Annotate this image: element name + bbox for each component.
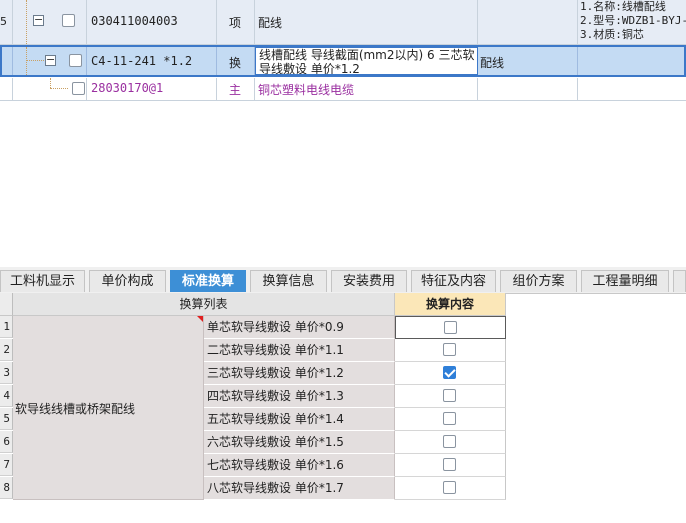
row-number: 8 — [0, 477, 13, 499]
name-cell[interactable]: 配线 — [255, 0, 478, 44]
tab-overflow[interactable] — [673, 270, 686, 292]
row-number: 1 — [0, 316, 13, 338]
conversion-checkbox[interactable] — [443, 481, 456, 494]
item-code: C4-11-241 *1.2 — [91, 54, 193, 68]
name-cell-editing[interactable]: 线槽配线 导线截面(mm2以内) 6 三芯软 导线敷设 单价*1.2 — [255, 47, 478, 75]
conversion-option[interactable]: 五芯软导线敷设 单价*1.4 — [204, 408, 395, 431]
tab-unit-price[interactable]: 单价构成 — [89, 270, 166, 292]
unit-cell[interactable] — [478, 0, 578, 44]
row-number-cell — [0, 78, 13, 100]
tree-line — [26, 47, 27, 75]
conversion-content-cell[interactable] — [395, 339, 506, 362]
conversion-content-cell[interactable] — [395, 454, 506, 477]
checked-checkbox[interactable] — [443, 366, 456, 379]
tab-standard-conversion[interactable]: 标准换算 — [170, 270, 246, 292]
header-conversion-content: 换算内容 — [395, 293, 506, 316]
row-number: 5 — [0, 408, 13, 430]
item-name-line: 导线敷设 单价*1.2 — [259, 62, 360, 75]
group-label: 软导线线槽或桥架配线 — [15, 402, 136, 416]
tree-cell: − — [13, 47, 87, 75]
item-unit: 配线 — [480, 56, 505, 70]
tab-material-machine[interactable]: 工料机显示 — [0, 270, 85, 292]
row-number-cell — [2, 47, 13, 75]
select-checkbox[interactable] — [62, 14, 75, 27]
tab-pricing-plan[interactable]: 组价方案 — [500, 270, 577, 292]
tree-line — [50, 78, 51, 88]
item-category: 主 — [229, 83, 242, 97]
conversion-content-cell[interactable] — [395, 385, 506, 408]
row-number: 4 — [0, 385, 13, 407]
item-name: 铜芯塑料电线电缆 — [258, 83, 355, 97]
conversion-content-cell[interactable] — [395, 316, 506, 339]
feature-line: 3.材质:铜芯 — [580, 28, 644, 41]
category-cell[interactable]: 主 — [217, 78, 255, 100]
feature-line: 2.型号:WDZB1-BYJ-2 — [580, 14, 686, 27]
category-cell[interactable]: 换 — [217, 47, 255, 75]
tree-cell — [13, 78, 87, 100]
conversion-content-cell[interactable] — [395, 477, 506, 500]
tree-cell: − — [13, 0, 87, 44]
unit-cell[interactable]: 配线 — [478, 47, 578, 75]
row-number-cell: 5 — [0, 0, 13, 44]
tab-quantity-detail[interactable]: 工程量明细 — [581, 270, 669, 292]
row-number: 6 — [0, 431, 13, 453]
tree-line — [26, 0, 27, 44]
conversion-option[interactable]: 八芯软导线敷设 单价*1.7 — [204, 477, 395, 500]
conversion-option[interactable]: 七芯软导线敷设 单价*1.6 — [204, 454, 395, 477]
item-code: 030411004003 — [91, 14, 178, 28]
bill-item-row[interactable]: 28030170@1 主 铜芯塑料电线电缆 — [0, 78, 686, 101]
features-cell[interactable]: 1.名称:线槽配线 2.型号:WDZB1-BYJ-2 3.材质:铜芯 — [578, 0, 686, 44]
name-cell[interactable]: 铜芯塑料电线电缆 — [255, 78, 478, 100]
item-category: 换 — [229, 56, 242, 70]
conversion-checkbox[interactable] — [443, 412, 456, 425]
conversion-content-cell[interactable] — [395, 431, 506, 454]
bill-item-row[interactable]: 5 − 030411004003 项 配线 1.名称:线槽配线 2.型号:WDZ… — [0, 0, 686, 45]
features-cell[interactable] — [578, 47, 684, 75]
item-name-line: 线槽配线 导线截面(mm2以内) 6 三芯软 — [259, 48, 475, 62]
header-conversion-list: 换算列表 — [13, 293, 395, 316]
row-number: 3 — [0, 362, 13, 384]
bill-item-row-selected[interactable]: − C4-11-241 *1.2 换 线槽配线 导线截面(mm2以内) 6 三芯… — [0, 45, 686, 77]
tab-features-content[interactable]: 特征及内容 — [411, 270, 496, 292]
detail-tab-bar: 工料机显示 单价构成 标准换算 换算信息 安装费用 特征及内容 组价方案 工程量… — [0, 267, 686, 294]
conversion-checkbox[interactable] — [444, 321, 457, 334]
tree-line — [26, 60, 44, 61]
collapse-icon[interactable]: − — [33, 14, 44, 26]
conversion-option[interactable]: 二芯软导线敷设 单价*1.1 — [204, 339, 395, 362]
code-cell[interactable]: 28030170@1 — [87, 78, 217, 100]
modified-marker-icon — [197, 316, 203, 322]
item-category: 项 — [229, 16, 242, 30]
feature-line: 1.名称:线槽配线 — [580, 0, 666, 13]
row-number: 2 — [0, 339, 13, 361]
row-number: 5 — [0, 15, 7, 28]
tree-line — [50, 88, 68, 89]
conversion-option[interactable]: 六芯软导线敷设 单价*1.5 — [204, 431, 395, 454]
row-number: 7 — [0, 454, 13, 476]
header-corner — [0, 293, 13, 316]
tab-conversion-info[interactable]: 换算信息 — [250, 270, 327, 292]
select-checkbox[interactable] — [72, 82, 85, 95]
item-name: 配线 — [258, 16, 283, 30]
conversion-content-cell[interactable] — [395, 362, 506, 385]
conversion-content-cell[interactable] — [395, 408, 506, 431]
tab-install-cost[interactable]: 安装费用 — [331, 270, 407, 292]
code-cell[interactable]: C4-11-241 *1.2 — [87, 47, 217, 75]
group-label-cell: 软导线线槽或桥架配线 — [13, 316, 204, 500]
select-checkbox[interactable] — [69, 54, 82, 67]
conversion-checkbox[interactable] — [443, 389, 456, 402]
conversion-checkbox[interactable] — [443, 343, 456, 356]
conversion-checkbox[interactable] — [443, 435, 456, 448]
conversion-option[interactable]: 单芯软导线敷设 单价*0.9 — [204, 316, 395, 339]
bill-items-grid: 5 − 030411004003 项 配线 1.名称:线槽配线 2.型号:WDZ… — [0, 0, 686, 101]
conversion-option[interactable]: 四芯软导线敷设 单价*1.3 — [204, 385, 395, 408]
category-cell[interactable]: 项 — [217, 0, 255, 44]
features-cell[interactable] — [578, 78, 686, 100]
conversion-checkbox[interactable] — [443, 458, 456, 471]
unit-cell[interactable] — [478, 78, 578, 100]
collapse-icon[interactable]: − — [45, 54, 56, 66]
code-cell[interactable]: 030411004003 — [87, 0, 217, 44]
conversion-option[interactable]: 三芯软导线敷设 单价*1.2 — [204, 362, 395, 385]
item-code: 28030170@1 — [91, 81, 164, 95]
